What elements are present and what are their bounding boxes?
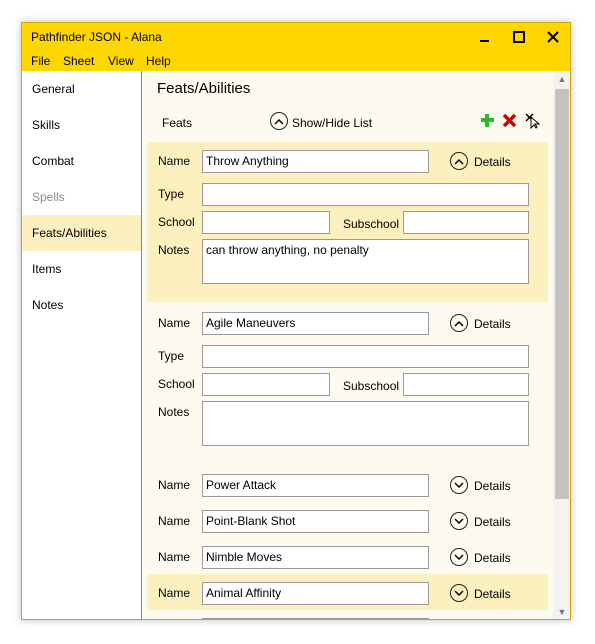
scrollbar-thumb[interactable]	[555, 89, 569, 499]
feat-name-field[interactable]: Power Attack	[202, 474, 429, 497]
subschool-label: Subschool	[343, 379, 400, 393]
clear-icon	[524, 112, 540, 129]
feat-name-field[interactable]: Animal Affinity	[202, 582, 429, 605]
feat-subschool-field[interactable]	[403, 211, 529, 234]
details-label[interactable]: Details	[474, 515, 511, 529]
details-label[interactable]: Details	[474, 155, 511, 169]
feat-name-field[interactable]: Nimble Moves	[202, 546, 429, 569]
name-label: Name	[158, 154, 191, 168]
delete-feat-button[interactable]	[502, 113, 517, 128]
sidebar-item-notes[interactable]: Notes	[22, 287, 141, 323]
details-toggle-button[interactable]	[450, 152, 468, 170]
scroll-down-icon[interactable]: ▼	[553, 607, 570, 617]
show-hide-list-button[interactable]	[270, 112, 288, 130]
feat-name-field[interactable]: Throw Anything	[202, 150, 429, 173]
sidebar-item-combat[interactable]: Combat	[22, 143, 141, 179]
details-label[interactable]: Details	[474, 587, 511, 601]
show-hide-list-label[interactable]: Show/Hide List	[292, 116, 372, 130]
details-toggle-button[interactable]	[450, 512, 468, 530]
add-icon	[480, 113, 495, 128]
title-bar: Pathfinder JSON - Alana	[22, 23, 570, 51]
menu-help[interactable]: Help	[146, 54, 171, 68]
maximize-icon	[513, 31, 525, 43]
app-window: Pathfinder JSON - Alana File Sheet View …	[21, 22, 571, 620]
section-label-feats: Feats	[162, 116, 193, 130]
close-button[interactable]	[536, 23, 570, 51]
details-label[interactable]: Details	[474, 479, 511, 493]
delete-icon	[502, 113, 517, 128]
name-label: Name	[158, 550, 191, 564]
chevron-up-icon	[274, 118, 284, 125]
vertical-scrollbar[interactable]: ▲ ▼	[553, 71, 570, 619]
school-label: School	[158, 377, 195, 391]
chevron-up-icon	[454, 320, 464, 327]
feat-type-field[interactable]	[202, 345, 529, 368]
feat-type-field[interactable]	[202, 183, 529, 206]
chevron-down-icon	[454, 553, 464, 561]
details-toggle-button[interactable]	[450, 548, 468, 566]
close-icon	[547, 31, 559, 43]
chevron-up-icon	[454, 158, 464, 165]
name-label: Name	[158, 514, 191, 528]
sidebar-item-spells: Spells	[32, 190, 65, 204]
name-label: Name	[158, 586, 191, 600]
feat-school-field[interactable]	[202, 211, 330, 234]
details-label[interactable]: Details	[474, 551, 511, 565]
menu-sheet[interactable]: Sheet	[63, 54, 94, 68]
type-label: Type	[158, 187, 185, 201]
notes-label: Notes	[158, 243, 190, 257]
feats-panel: Feats/Abilities Feats Show/Hide List Nam…	[143, 71, 553, 619]
window-title: Pathfinder JSON - Alana	[31, 30, 162, 44]
menu-bar: File Sheet View Help	[22, 51, 570, 71]
details-toggle-button[interactable]	[450, 476, 468, 494]
details-toggle-button[interactable]	[450, 584, 468, 602]
feat-name-field[interactable]: Point-Blank Shot	[202, 510, 429, 533]
menu-file[interactable]: File	[31, 54, 50, 68]
subschool-label: Subschool	[343, 217, 400, 231]
notes-label: Notes	[158, 405, 190, 419]
chevron-down-icon	[454, 589, 464, 597]
feat-school-field[interactable]	[202, 373, 330, 396]
sidebar: General Skills Combat Spells Feats/Abili…	[22, 71, 142, 619]
page-title: Feats/Abilities	[157, 80, 251, 97]
school-label: School	[158, 215, 195, 229]
minimize-icon	[479, 31, 491, 43]
sidebar-item-feats-abilities[interactable]: Feats/Abilities	[22, 215, 141, 251]
name-label: Name	[158, 316, 191, 330]
type-label: Type	[158, 349, 185, 363]
feat-subschool-field[interactable]	[403, 373, 529, 396]
feat-name-field[interactable]: Agile Maneuvers	[202, 312, 429, 335]
details-toggle-button[interactable]	[450, 314, 468, 332]
chevron-down-icon	[454, 517, 464, 525]
feat-notes-field[interactable]	[202, 401, 529, 446]
sidebar-item-skills[interactable]: Skills	[22, 107, 141, 143]
name-label: Name	[158, 478, 191, 492]
add-feat-button[interactable]	[480, 113, 495, 128]
scroll-up-icon[interactable]: ▲	[553, 74, 570, 84]
maximize-button[interactable]	[502, 23, 536, 51]
feat-notes-field[interactable]: can throw anything, no penalty	[202, 239, 529, 284]
details-label[interactable]: Details	[474, 317, 511, 331]
chevron-down-icon	[454, 481, 464, 489]
sidebar-item-items[interactable]: Items	[22, 251, 141, 287]
clear-feat-button[interactable]	[524, 112, 540, 129]
sidebar-item-general[interactable]: General	[22, 71, 141, 107]
feat-name-field-partial[interactable]	[202, 618, 429, 619]
minimize-button[interactable]	[468, 23, 502, 51]
menu-view[interactable]: View	[108, 54, 134, 68]
